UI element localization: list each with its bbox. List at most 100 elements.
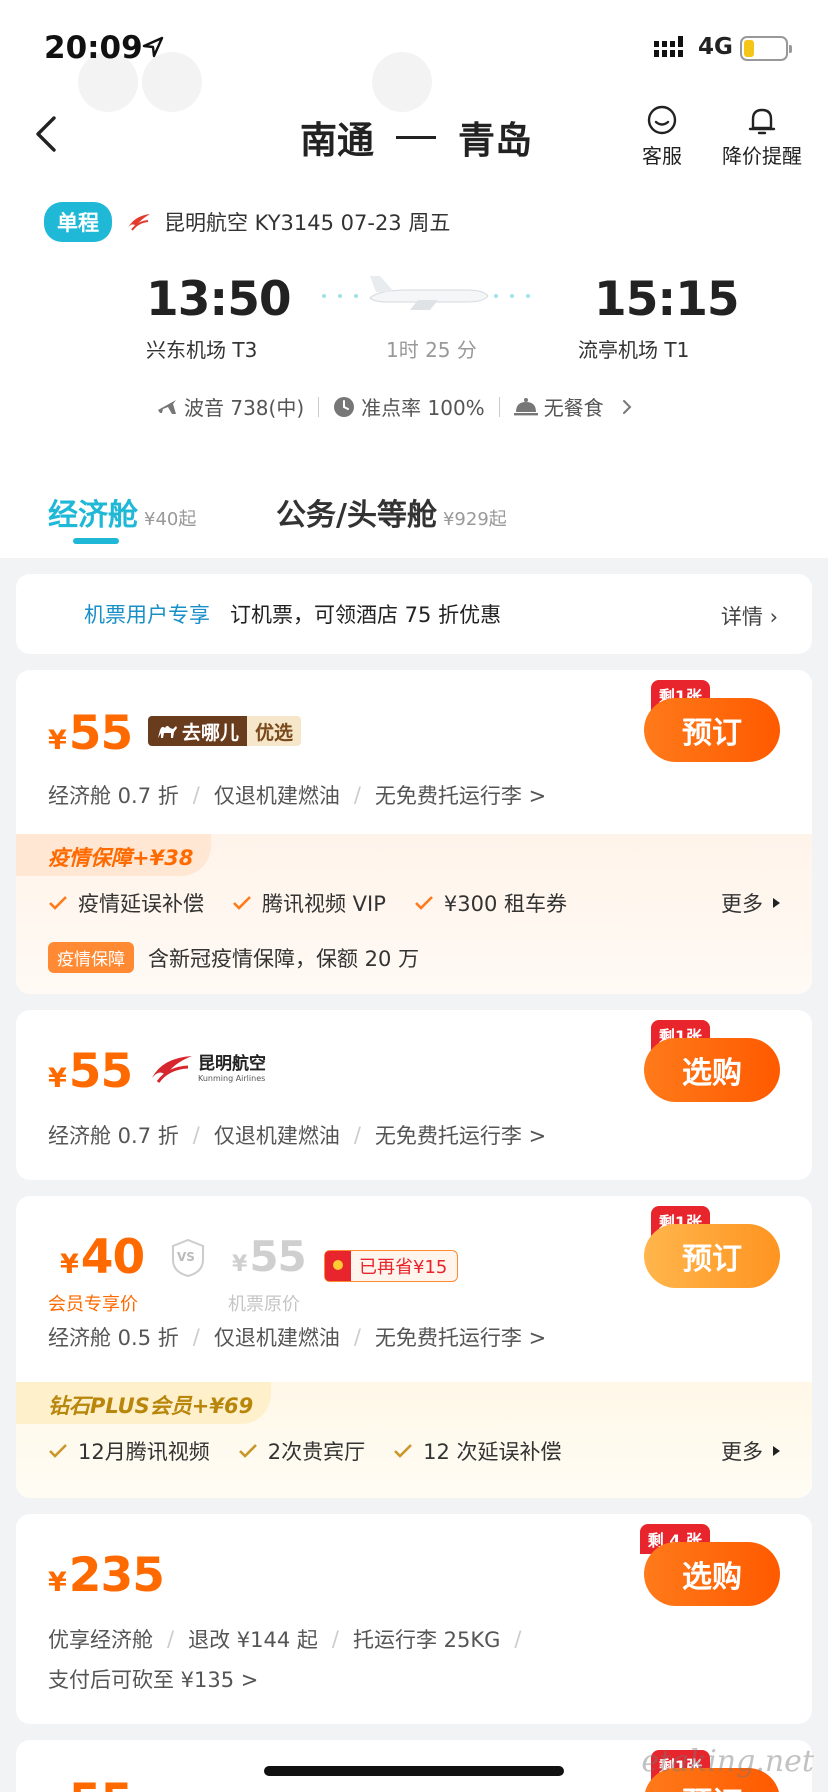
network-type: 4G	[698, 34, 733, 60]
more-label: 更多	[721, 1440, 763, 1464]
perk-label: 2次贵宾厅	[267, 1440, 366, 1464]
qunar-source-badge: 去哪儿 优选	[148, 716, 302, 746]
perk-label: ¥300 租车券	[443, 892, 568, 916]
origin-city: 南通	[300, 119, 374, 162]
meal-info: 无餐食	[543, 396, 604, 420]
check-icon	[414, 896, 433, 910]
original-price: ¥ 55	[232, 1232, 307, 1281]
select-button[interactable]: 选购	[644, 1038, 780, 1102]
depart-airport: 兴东机场 T3	[146, 338, 258, 362]
home-indicator[interactable]	[264, 1766, 564, 1776]
tab-economy-label: 经济舱	[48, 498, 138, 533]
addon-title: 钻石PLUS会员+¥69	[16, 1382, 272, 1424]
trip-type-badge: 单程	[44, 202, 112, 242]
tab-business-first[interactable]: 公务/头等舱 ¥929起	[276, 490, 507, 534]
red-envelope-icon	[325, 1251, 351, 1281]
caret-right-icon	[773, 898, 780, 908]
savings-text: 已再省¥15	[359, 1257, 448, 1278]
divider	[498, 396, 500, 417]
decor-circle	[372, 52, 432, 112]
trip-info-row: 单程 昆明航空 KY3145 07-23 周五	[44, 202, 450, 242]
baggage-rule: 无免费托运行李 >	[374, 784, 547, 808]
bell-icon	[748, 108, 776, 135]
vs-label: VS	[177, 1250, 195, 1264]
membership-addon: 钻石PLUS会员+¥69 12月腾讯视频 2次贵宾厅 12 次延误补偿 更多	[16, 1382, 812, 1498]
chevron-right-icon	[622, 399, 632, 414]
status-time: 20:09	[44, 30, 143, 66]
meal-cloche-icon	[513, 397, 538, 415]
flight-header-panel: 20:09 4G 南通 青岛 客服 降价提醒 单程 昆明航空 KY3145 07…	[0, 0, 828, 558]
fare-rules[interactable]: 优享经济舱 / 退改 ¥144 起 / 托运行李 25KG /	[48, 1624, 535, 1654]
member-price-label: 会员专享价	[48, 1294, 138, 1315]
separator: /	[353, 1123, 361, 1147]
fare-rules[interactable]: 经济舱 0.5 折 / 仅退机建燃油 / 无免费托运行李 >	[48, 1322, 546, 1352]
promo-banner[interactable]: 机票用户专享 订机票，可领酒店 75 折优惠 详情 ›	[16, 574, 812, 654]
perk-item: 腾讯视频 VIP	[232, 888, 386, 918]
insurance-note: 疫情保障 含新冠疫情保障，保额 20 万	[48, 942, 419, 973]
tab-business-price: ¥929起	[442, 509, 507, 530]
currency-symbol: ¥	[48, 1063, 67, 1094]
currency-symbol: ¥	[232, 1252, 248, 1277]
currency-symbol: ¥	[60, 1249, 79, 1280]
separator: /	[192, 783, 200, 807]
member-price: ¥ 40	[60, 1230, 145, 1285]
route-title: 南通 青岛	[300, 110, 532, 164]
clock-icon	[334, 396, 355, 417]
watermark: etaking.net	[641, 1744, 814, 1779]
price-value: 55	[68, 1044, 133, 1099]
divider	[318, 396, 320, 417]
camel-icon	[158, 726, 177, 738]
price-value: 55	[68, 706, 133, 761]
perk-label: 12月腾讯视频	[78, 1440, 210, 1464]
price-alert-label: 降价提醒	[722, 144, 802, 168]
arrive-airport: 流亭机场 T1	[578, 338, 690, 362]
separator: /	[331, 1627, 339, 1651]
book-button[interactable]: 预订	[644, 1224, 780, 1288]
back-arrow-icon[interactable]	[28, 112, 68, 156]
flight-details-row[interactable]: 波音 738(中) 准点率 100% 无餐食	[156, 392, 640, 421]
book-button[interactable]: 预订	[644, 698, 780, 762]
check-icon	[238, 1444, 257, 1458]
separator: /	[353, 1325, 361, 1349]
perk-label: 腾讯视频 VIP	[262, 892, 386, 916]
perk-row: 疫情延误补偿 腾讯视频 VIP ¥300 租车券	[48, 888, 595, 918]
airline-name-en: Kunming Airlines	[198, 1073, 266, 1083]
check-icon	[233, 896, 251, 910]
fare-rules-line2[interactable]: 支付后可砍至 ¥135 >	[48, 1664, 258, 1694]
offer-price: ¥ 55	[48, 1774, 133, 1792]
more-perks-link[interactable]: 更多	[721, 1436, 780, 1466]
insurance-addon: 疫情保障+¥38 疫情延误补偿 腾讯视频 VIP ¥300 租车券 更多 疫情保…	[16, 834, 812, 994]
fare-rules[interactable]: 经济舱 0.7 折 / 仅退机建燃油 / 无免费托运行李 >	[48, 780, 546, 810]
offer-price: ¥ 55	[48, 706, 133, 761]
perk-label: 12 次延误补偿	[423, 1440, 562, 1464]
price-value: 55	[69, 1774, 133, 1792]
tab-economy[interactable]: 经济舱 ¥40起	[48, 490, 196, 534]
destination-city: 青岛	[458, 119, 532, 162]
promo-details-link[interactable]: 详情 ›	[721, 601, 778, 631]
battery-icon	[740, 36, 792, 61]
perk-item: 2次贵宾厅	[238, 1436, 365, 1466]
refund-rule: 退改 ¥144 起	[188, 1628, 318, 1652]
price-alert-button[interactable]: 降价提醒	[722, 104, 802, 169]
customer-service-button[interactable]: 客服	[642, 104, 682, 169]
offer-card: ¥ 235 剩 4 张 选购 优享经济舱 / 退改 ¥144 起 / 托运行李 25…	[16, 1514, 812, 1724]
check-icon	[49, 896, 67, 910]
check-icon	[394, 1444, 413, 1458]
vs-badge: VS	[170, 1238, 206, 1278]
more-label: 更多	[721, 892, 763, 916]
more-perks-link[interactable]: 更多	[721, 888, 780, 918]
select-button[interactable]: 选购	[644, 1542, 780, 1606]
price-value: 55	[249, 1232, 306, 1281]
qunar-logo: 去哪儿	[148, 716, 248, 746]
fare-class: 经济舱 0.7 折	[48, 1124, 179, 1148]
airline-name-cn: 昆明航空	[198, 1053, 266, 1074]
fare-rules[interactable]: 经济舱 0.7 折 / 仅退机建燃油 / 无免费托运行李 >	[48, 1120, 546, 1150]
chat-bubble-icon	[647, 105, 677, 135]
separator: /	[514, 1627, 522, 1651]
check-icon	[49, 1444, 67, 1458]
tab-economy-price: ¥40起	[144, 509, 197, 530]
on-time-rate: 准点率 100%	[361, 396, 485, 420]
airplane-icon	[322, 276, 530, 310]
fare-class: 经济舱 0.7 折	[48, 784, 179, 808]
perk-item: 12 次延误补偿	[393, 1436, 562, 1466]
